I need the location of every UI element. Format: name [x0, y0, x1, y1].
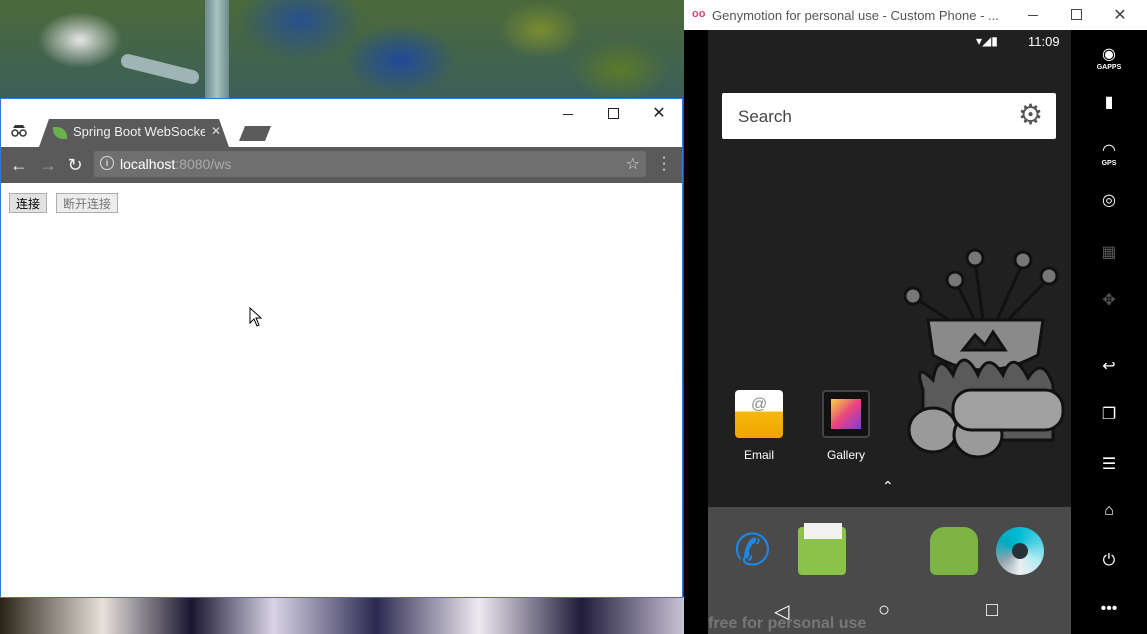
- email-icon: @: [735, 390, 783, 438]
- recent-apps-icon[interactable]: ❐: [1071, 404, 1147, 424]
- more-icon[interactable]: •••: [1071, 600, 1147, 618]
- genymotion-window: oo Genymotion for personal use - Custom …: [684, 0, 1147, 634]
- gallery-app[interactable]: Gallery: [811, 390, 881, 462]
- genymotion-logo-icon: oo: [692, 8, 706, 20]
- clapper-icon[interactable]: ▦: [1071, 242, 1147, 262]
- messaging-icon[interactable]: [798, 523, 846, 575]
- email-app[interactable]: @ Email: [724, 390, 794, 462]
- minimize-button[interactable]: [553, 103, 583, 125]
- wallpaper-bottom-art: [0, 597, 684, 634]
- incognito-icon: [10, 123, 28, 137]
- close-window-button[interactable]: ✕: [644, 103, 674, 125]
- android-icon[interactable]: [930, 527, 978, 575]
- battery-icon[interactable]: ▮: [1071, 92, 1147, 112]
- status-bar: ▾◢▮ 11:09: [708, 30, 1071, 54]
- gear-icon[interactable]: ⚙: [1018, 99, 1043, 131]
- gapps-label: GAPPS: [1096, 64, 1122, 71]
- gallery-label: Gallery: [826, 448, 865, 462]
- fondue-wallpaper-art: [903, 248, 1065, 459]
- url-text[interactable]: localhost:8080/ws: [120, 156, 231, 172]
- bookmark-star-icon[interactable]: ☆: [626, 154, 640, 174]
- browser-window: Spring Boot WebSocke ✕ ✕ ← → ↻ i localho…: [0, 98, 683, 598]
- site-info-icon[interactable]: i: [100, 156, 114, 170]
- nav-recent-icon[interactable]: □: [986, 599, 998, 622]
- browser-menu-icon[interactable]: · · ·: [658, 150, 670, 178]
- search-placeholder: Search: [738, 107, 792, 126]
- gps-icon[interactable]: ◠ GPS: [1071, 140, 1147, 168]
- reload-icon[interactable]: ↻: [64, 154, 86, 176]
- page-content: 连接 断开连接: [1, 183, 682, 597]
- url-path: :8080/ws: [175, 156, 232, 172]
- app-drawer-chevron-icon[interactable]: ⌃: [882, 478, 894, 495]
- signal-battery-icons: ▾◢▮: [976, 34, 998, 48]
- genymotion-minimize-button[interactable]: [1018, 5, 1048, 25]
- watermark-text: free for personal use: [708, 615, 867, 632]
- email-label: Email: [743, 448, 774, 462]
- status-time: 11:09: [1028, 34, 1060, 49]
- tab-close-icon[interactable]: ✕: [211, 124, 221, 138]
- power-icon[interactable]: ⏻: [1071, 552, 1147, 570]
- gps-label: GPS: [1101, 160, 1117, 167]
- dpad-icon[interactable]: ✥: [1071, 290, 1147, 310]
- maximize-button[interactable]: [598, 103, 628, 125]
- wallpaper-lamp: [119, 52, 201, 86]
- phone-screen[interactable]: ▾◢▮ 11:09 Search ⚙ @ Email Gallery ⌃ ✆ ◁…: [708, 30, 1071, 634]
- gapps-icon[interactable]: ◉ GAPPS: [1071, 44, 1147, 72]
- gallery-icon: [822, 390, 870, 438]
- browser-titlebar: Spring Boot WebSocke ✕ ✕: [1, 99, 682, 147]
- wallpaper-pole: [205, 0, 229, 100]
- address-bar[interactable]: i localhost:8080/ws ☆: [94, 151, 646, 177]
- browser-toolbar: ← → ↻ i localhost:8080/ws ☆ · · ·: [1, 147, 682, 183]
- tab-title: Spring Boot WebSocke: [73, 124, 205, 139]
- back-icon[interactable]: ↩: [1071, 356, 1147, 376]
- new-tab-button[interactable]: [239, 126, 271, 141]
- connect-button[interactable]: 连接: [9, 193, 48, 213]
- genymotion-titlebar: oo Genymotion for personal use - Custom …: [684, 0, 1147, 30]
- nav-home-icon[interactable]: ○: [878, 599, 890, 622]
- genymotion-close-button[interactable]: ✕: [1105, 5, 1135, 25]
- spring-leaf-icon: [53, 127, 67, 139]
- phone-icon[interactable]: ✆: [734, 527, 782, 575]
- browser-tab[interactable]: Spring Boot WebSocke ✕: [39, 119, 229, 147]
- genymotion-sidebar: ◉ GAPPS ▮ ◠ GPS ◎ ▦ ✥ ↩ ❐ ☰ ⌂ ⏻ •••: [1071, 30, 1147, 634]
- home-icon[interactable]: ⌂: [1071, 502, 1147, 520]
- forward-icon[interactable]: →: [37, 154, 59, 176]
- webcam-icon[interactable]: ◎: [1071, 190, 1147, 210]
- disconnect-button[interactable]: 断开连接: [56, 193, 119, 213]
- genymotion-maximize-button[interactable]: [1061, 5, 1091, 25]
- camera-icon[interactable]: [996, 527, 1044, 575]
- app-dock: ✆: [708, 507, 1071, 587]
- menu-icon[interactable]: ☰: [1071, 454, 1147, 474]
- url-host: localhost: [120, 156, 176, 172]
- search-widget[interactable]: Search ⚙: [722, 93, 1056, 139]
- genymotion-title: Genymotion for personal use - Custom Pho…: [712, 8, 999, 23]
- back-icon[interactable]: ←: [8, 154, 30, 176]
